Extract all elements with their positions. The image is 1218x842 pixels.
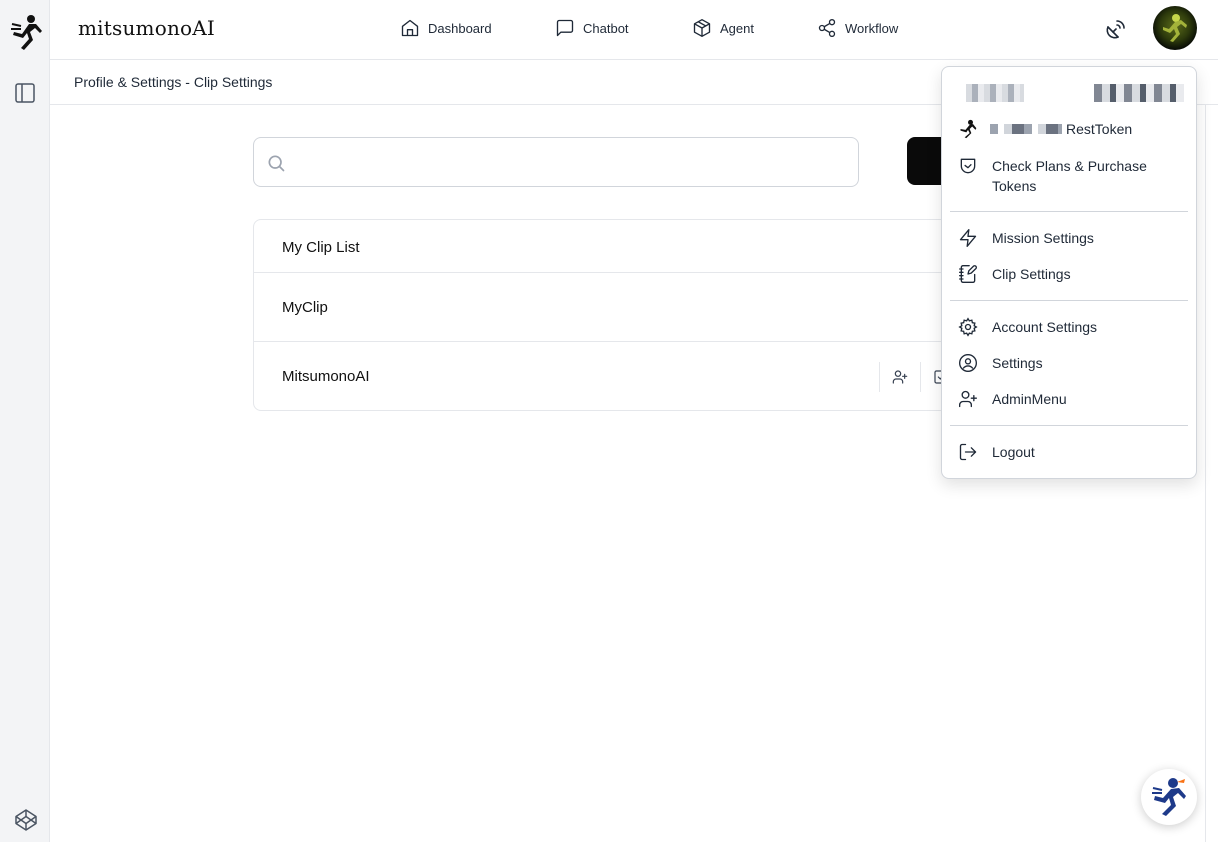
menu-item-mission-settings-label: Mission Settings <box>992 230 1094 246</box>
brand-title[interactable]: mitsumonoAI <box>78 16 215 40</box>
codepen-icon[interactable] <box>14 808 38 832</box>
assistant-launcher-button[interactable] <box>1141 769 1197 825</box>
nav-workflow-label: Workflow <box>845 20 899 36</box>
user-plus-icon <box>892 370 908 384</box>
user-plus-icon <box>959 390 977 408</box>
menu-divider <box>950 211 1188 212</box>
gear-icon <box>958 317 978 337</box>
nav-dashboard[interactable]: Dashboard <box>400 0 492 56</box>
menu-divider <box>950 425 1188 426</box>
package-icon <box>693 19 711 37</box>
log-out-icon <box>959 443 977 461</box>
redacted-email <box>1094 84 1184 102</box>
menu-item-logout-label: Logout <box>992 444 1035 460</box>
zap-icon <box>959 229 977 247</box>
user-circle-icon <box>959 354 977 372</box>
clip-name: MyClip <box>282 299 328 316</box>
menu-item-admin-menu-label: AdminMenu <box>992 391 1067 407</box>
share-nodes-icon <box>818 19 836 37</box>
menu-item-settings-label: Settings <box>992 355 1043 371</box>
menu-item-account-settings[interactable]: Account Settings <box>958 317 1097 337</box>
left-rail <box>0 0 50 842</box>
breadcrumb: Profile & Settings - Clip Settings <box>74 74 273 90</box>
menu-item-clip-settings[interactable]: Clip Settings <box>958 264 1071 284</box>
menu-item-plans-label: Check Plans & Purchase Tokens <box>992 158 1147 194</box>
token-label: RestToken <box>1066 121 1133 137</box>
menu-item-account-settings-label: Account Settings <box>992 319 1098 335</box>
list-item[interactable]: MitsumonoAI <box>254 342 1012 410</box>
nav-workflow[interactable]: Workflow <box>817 0 898 56</box>
menu-item-mission-settings[interactable]: Mission Settings <box>958 228 1094 248</box>
panel-toggle-icon[interactable] <box>14 82 36 104</box>
menu-item-logout[interactable]: Logout <box>958 442 1035 462</box>
shield-check-icon <box>960 158 976 174</box>
search-icon <box>268 155 285 172</box>
runner-logo-icon[interactable] <box>9 14 43 52</box>
notebook-pen-icon <box>959 265 977 283</box>
list-item[interactable]: MyClip <box>254 273 1012 342</box>
satellite-dish-icon[interactable] <box>1104 17 1128 41</box>
search-box[interactable] <box>253 137 859 187</box>
clip-list: My Clip List MyClip MitsumonoAI <box>253 219 1013 411</box>
menu-item-clip-settings-label: Clip Settings <box>992 266 1071 282</box>
clip-list-header: My Clip List <box>254 220 1012 273</box>
clip-name: MitsumonoAI <box>282 368 370 385</box>
search-input[interactable] <box>294 148 844 176</box>
nav-agent-label: Agent <box>720 20 754 36</box>
user-dropdown-menu: RestToken Check Plans & Purchase Tokens … <box>941 66 1197 479</box>
token-balance: RestToken <box>958 119 1132 139</box>
redacted-token-amount <box>990 124 1062 134</box>
message-square-icon <box>556 19 574 37</box>
user-avatar[interactable] <box>1153 6 1197 50</box>
menu-item-admin-menu[interactable]: AdminMenu <box>958 389 1067 409</box>
top-header: mitsumonoAI Dashboard Chatbot Agent Work… <box>50 0 1218 60</box>
menu-item-settings[interactable]: Settings <box>958 353 1043 373</box>
avatar-figure-icon <box>1163 14 1187 42</box>
nav-dashboard-label: Dashboard <box>428 20 492 36</box>
home-icon <box>401 19 419 37</box>
nav-chatbot[interactable]: Chatbot <box>555 0 629 56</box>
menu-divider <box>950 300 1188 301</box>
nav-chatbot-label: Chatbot <box>583 20 629 36</box>
ninja-runner-icon <box>1152 778 1186 816</box>
content-divider <box>1205 105 1206 842</box>
redacted-username <box>966 84 1024 102</box>
add-member-button[interactable] <box>879 362 920 392</box>
menu-item-plans[interactable]: Check Plans & Purchase Tokens <box>958 156 1172 196</box>
nav-agent[interactable]: Agent <box>692 0 754 56</box>
runner-icon <box>960 119 977 139</box>
